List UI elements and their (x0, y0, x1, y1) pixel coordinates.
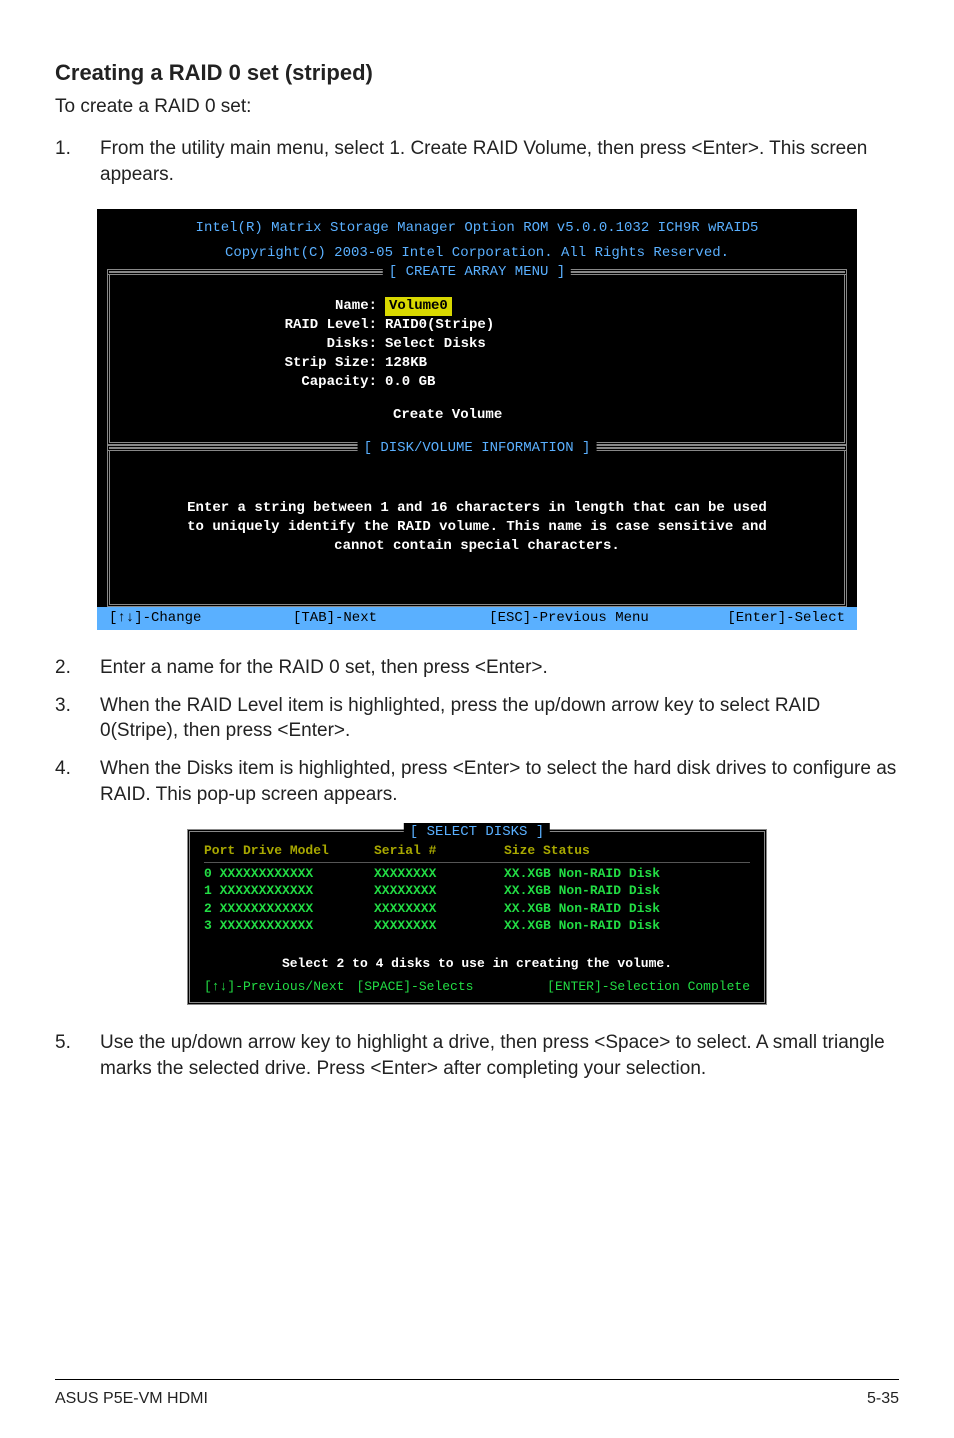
disk-row[interactable]: 1 XXXXXXXXXXXX XXXXXXXX XX.XGB Non-RAID … (204, 882, 750, 900)
step-1: 1. From the utility main menu, select 1.… (55, 136, 899, 187)
key-change: [↑↓]-Change (109, 609, 293, 628)
step-number: 4. (55, 756, 100, 807)
disk-status: XX.XGB Non-RAID Disk (504, 865, 750, 883)
key-next: [TAB]-Next (293, 609, 477, 628)
bios-title-line-1: Intel(R) Matrix Storage Manager Option R… (97, 219, 857, 244)
col-serial: Serial # (374, 842, 504, 860)
disk-status: XX.XGB Non-RAID Disk (504, 900, 750, 918)
disk-serial: XXXXXXXX (374, 917, 504, 935)
field-label-disks: Disks: (130, 335, 385, 354)
field-value-name[interactable]: Volume0 (385, 297, 452, 316)
key-space-select: [SPACE]-Selects (356, 978, 473, 996)
create-array-fields: Name: Volume0 RAID Level: RAID0(Stripe) … (107, 275, 847, 445)
disk-model: 0 XXXXXXXXXXXX (204, 865, 374, 883)
disk-row[interactable]: 2 XXXXXXXXXXXX XXXXXXXX XX.XGB Non-RAID … (204, 900, 750, 918)
disk-status: XX.XGB Non-RAID Disk (504, 917, 750, 935)
select-disks-message: Select 2 to 4 disks to use in creating t… (204, 955, 750, 973)
step-2: 2. Enter a name for the RAID 0 set, then… (55, 655, 899, 681)
disk-row[interactable]: 3 XXXXXXXXXXXX XXXXXXXX XX.XGB Non-RAID … (204, 917, 750, 935)
disk-model: 1 XXXXXXXXXXXX (204, 882, 374, 900)
disk-model: 2 XXXXXXXXXXXX (204, 900, 374, 918)
disk-volume-info-banner-label: [ DISK/VOLUME INFORMATION ] (358, 439, 597, 458)
step-4: 4. When the Disks item is highlighted, p… (55, 756, 899, 807)
step-body: Enter a name for the RAID 0 set, then pr… (100, 655, 899, 681)
key-select: [Enter]-Select (661, 609, 845, 628)
create-array-banner-label: [ CREATE ARRAY MENU ] (383, 263, 571, 282)
field-value-raid-level[interactable]: RAID0(Stripe) (385, 316, 494, 335)
section-heading: Creating a RAID 0 set (striped) (55, 60, 899, 86)
step-number: 1. (55, 136, 100, 187)
bios-create-array-screen: Intel(R) Matrix Storage Manager Option R… (97, 209, 857, 630)
step-3: 3. When the RAID Level item is highlight… (55, 693, 899, 744)
field-value-disks[interactable]: Select Disks (385, 335, 486, 354)
step-body: From the utility main menu, select 1. Cr… (100, 136, 899, 187)
key-previous-menu: [ESC]-Previous Menu (477, 609, 661, 628)
col-size-status: Size Status (504, 842, 750, 860)
disk-status: XX.XGB Non-RAID Disk (504, 882, 750, 900)
field-value-capacity[interactable]: 0.0 GB (385, 373, 435, 392)
info-line-2: to uniquely identify the RAID volume. Th… (130, 518, 824, 537)
step-5: 5. Use the up/down arrow key to highligh… (55, 1030, 899, 1081)
bios-footer-keys: [↑↓]-Change [TAB]-Next [ESC]-Previous Me… (97, 607, 857, 630)
select-disks-keys: [↑↓]-Previous/Next [SPACE]-Selects [ENTE… (204, 972, 750, 996)
footer-product: ASUS P5E-VM HDMI (55, 1390, 208, 1408)
key-prev-next: [↑↓]-Previous/Next (204, 978, 344, 996)
field-label-raid-level: RAID Level: (130, 316, 385, 335)
select-disks-popup: [ SELECT DISKS ] Port Drive Model Serial… (187, 829, 767, 1005)
select-disks-title: [ SELECT DISKS ] (404, 823, 550, 842)
footer-page-number: 5-35 (867, 1390, 899, 1408)
intro-text: To create a RAID 0 set: (55, 96, 899, 118)
disk-row[interactable]: 0 XXXXXXXXXXXX XXXXXXXX XX.XGB Non-RAID … (204, 865, 750, 883)
step-number: 2. (55, 655, 100, 681)
disk-serial: XXXXXXXX (374, 865, 504, 883)
info-line-3: cannot contain special characters. (130, 537, 824, 556)
step-number: 5. (55, 1030, 100, 1081)
disk-model: 3 XXXXXXXXXXXX (204, 917, 374, 935)
create-array-banner: [ CREATE ARRAY MENU ] (107, 269, 847, 275)
disk-volume-info-box: Enter a string between 1 and 16 characte… (107, 451, 847, 607)
info-line-1: Enter a string between 1 and 16 characte… (130, 499, 824, 518)
step-body: When the Disks item is highlighted, pres… (100, 756, 899, 807)
col-drive-model: Port Drive Model (204, 842, 374, 860)
disk-volume-info-banner: [ DISK/VOLUME INFORMATION ] (107, 445, 847, 451)
step-body: Use the up/down arrow key to highlight a… (100, 1030, 899, 1081)
field-label-strip-size: Strip Size: (130, 354, 385, 373)
step-body: When the RAID Level item is highlighted,… (100, 693, 899, 744)
field-label-capacity: Capacity: (130, 373, 385, 392)
key-enter-complete: [ENTER]-Selection Complete (485, 978, 750, 996)
step-number: 3. (55, 693, 100, 744)
field-value-strip-size[interactable]: 128KB (385, 354, 427, 373)
create-volume-action[interactable]: Create Volume (130, 406, 824, 425)
field-label-name: Name: (130, 297, 385, 316)
disk-table-header: Port Drive Model Serial # Size Status (204, 842, 750, 863)
page-footer: ASUS P5E-VM HDMI 5-35 (55, 1379, 899, 1408)
disk-serial: XXXXXXXX (374, 882, 504, 900)
disk-serial: XXXXXXXX (374, 900, 504, 918)
